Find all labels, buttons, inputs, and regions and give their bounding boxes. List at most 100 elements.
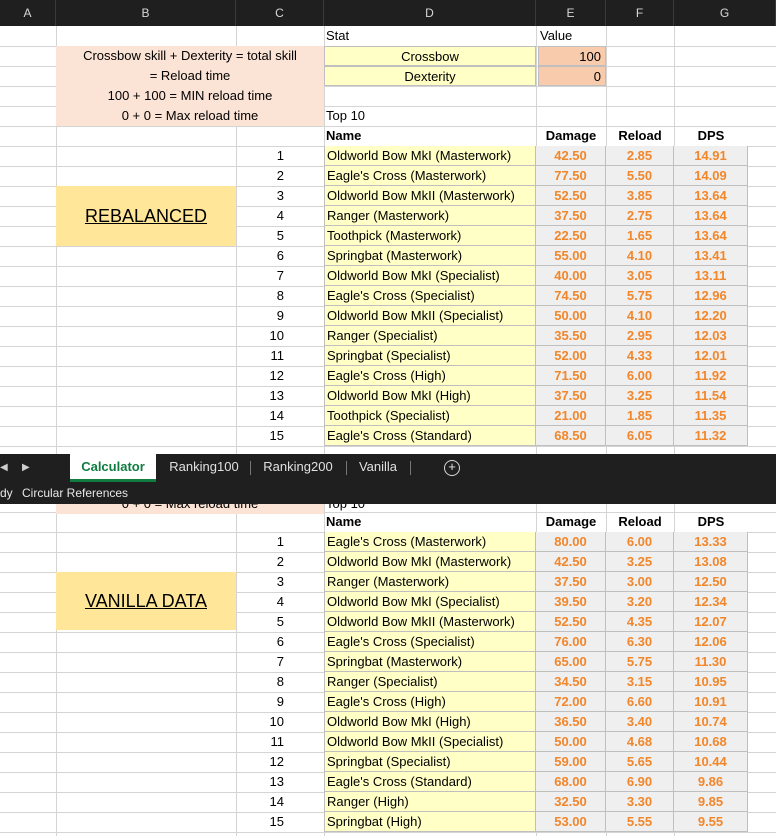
- dps-value-cell[interactable]: 12.20: [674, 306, 748, 326]
- column-header-e[interactable]: E: [536, 0, 606, 26]
- dps-value-cell[interactable]: 13.64: [674, 226, 748, 246]
- dexterity-label-cell[interactable]: Dexterity: [324, 66, 536, 86]
- damage-value-cell[interactable]: 59.00: [536, 752, 606, 772]
- item-name-cell[interactable]: Oldworld Bow MkII (Specialist): [324, 732, 536, 752]
- dps-value-cell[interactable]: 9.86: [674, 772, 748, 792]
- item-name-cell[interactable]: Oldworld Bow MkI (Masterwork): [324, 552, 536, 572]
- rank-number[interactable]: 5: [236, 612, 288, 632]
- reload-value-cell[interactable]: 6.30: [606, 632, 674, 652]
- rank-number[interactable]: 1: [236, 532, 288, 552]
- dps-value-cell[interactable]: 13.11: [674, 266, 748, 286]
- dps-value-cell[interactable]: 13.64: [674, 186, 748, 206]
- damage-value-cell[interactable]: 68.50: [536, 426, 606, 446]
- item-name-cell[interactable]: Eagle's Cross (Masterwork): [324, 532, 536, 552]
- rank-number[interactable]: 15: [236, 426, 288, 446]
- rank-number[interactable]: 13: [236, 772, 288, 792]
- dps-value-cell[interactable]: 10.68: [674, 732, 748, 752]
- damage-value-cell[interactable]: 71.50: [536, 366, 606, 386]
- dexterity-value-input[interactable]: 0: [538, 66, 606, 86]
- reload-value-cell[interactable]: 1.65: [606, 226, 674, 246]
- reload-value-cell[interactable]: 6.00: [606, 532, 674, 552]
- item-name-cell[interactable]: Oldworld Bow MkI (High): [324, 712, 536, 732]
- rank-number[interactable]: 9: [236, 306, 288, 326]
- tab-scroll-right-icon[interactable]: ▶: [22, 454, 30, 482]
- item-name-cell[interactable]: Eagle's Cross (Specialist): [324, 632, 536, 652]
- rank-number[interactable]: 12: [236, 752, 288, 772]
- rank-number[interactable]: 12: [236, 366, 288, 386]
- item-name-cell[interactable]: Oldworld Bow MkI (High): [324, 386, 536, 406]
- damage-value-cell[interactable]: 42.50: [536, 146, 606, 166]
- item-name-cell[interactable]: Ranger (Masterwork): [324, 206, 536, 226]
- column-header-c[interactable]: C: [236, 0, 324, 26]
- rank-number[interactable]: 4: [236, 206, 288, 226]
- reload-value-cell[interactable]: 3.00: [606, 572, 674, 592]
- dps-value-cell[interactable]: 12.01: [674, 346, 748, 366]
- item-name-cell[interactable]: Oldworld Bow MkII (Specialist): [324, 306, 536, 326]
- crossbow-label-cell[interactable]: Crossbow: [324, 46, 536, 66]
- dps-value-cell[interactable]: 12.34: [674, 592, 748, 612]
- tab-vanilla[interactable]: Vanilla: [350, 454, 406, 482]
- rank-number[interactable]: 11: [236, 732, 288, 752]
- dps-value-cell[interactable]: 10.95: [674, 672, 748, 692]
- damage-value-cell[interactable]: 65.00: [536, 652, 606, 672]
- tab-calculator[interactable]: Calculator: [70, 454, 156, 482]
- dps-value-cell[interactable]: 10.44: [674, 752, 748, 772]
- dps-value-cell[interactable]: 11.92: [674, 366, 748, 386]
- dps-value-cell[interactable]: 14.09: [674, 166, 748, 186]
- damage-value-cell[interactable]: 52.00: [536, 346, 606, 366]
- rank-number[interactable]: 7: [236, 652, 288, 672]
- reload-value-cell[interactable]: 3.20: [606, 592, 674, 612]
- reload-value-cell[interactable]: 4.68: [606, 732, 674, 752]
- reload-value-cell[interactable]: 3.40: [606, 712, 674, 732]
- top-sheet-pane[interactable]: Stat Value Crossbow skill + Dexterity = …: [0, 26, 776, 454]
- item-name-cell[interactable]: Eagle's Cross (Masterwork): [324, 166, 536, 186]
- item-name-cell[interactable]: Oldworld Bow MkI (Specialist): [324, 266, 536, 286]
- dps-value-cell[interactable]: 13.08: [674, 552, 748, 572]
- damage-value-cell[interactable]: 55.00: [536, 246, 606, 266]
- column-header-b[interactable]: B: [56, 0, 236, 26]
- rank-number[interactable]: 5: [236, 226, 288, 246]
- reload-value-cell[interactable]: 6.60: [606, 692, 674, 712]
- reload-value-cell[interactable]: 6.05: [606, 426, 674, 446]
- reload-value-cell[interactable]: 5.55: [606, 812, 674, 832]
- rank-number[interactable]: 9: [236, 692, 288, 712]
- item-name-cell[interactable]: Springbat (Masterwork): [324, 246, 536, 266]
- damage-value-cell[interactable]: 52.50: [536, 186, 606, 206]
- damage-value-cell[interactable]: 80.00: [536, 532, 606, 552]
- damage-value-cell[interactable]: 40.00: [536, 266, 606, 286]
- reload-value-cell[interactable]: 5.65: [606, 752, 674, 772]
- dps-value-cell[interactable]: 14.91: [674, 146, 748, 166]
- item-name-cell[interactable]: Springbat (High): [324, 812, 536, 832]
- dps-value-cell[interactable]: 10.74: [674, 712, 748, 732]
- damage-value-cell[interactable]: 39.50: [536, 592, 606, 612]
- damage-value-cell[interactable]: 52.50: [536, 612, 606, 632]
- rank-number[interactable]: 7: [236, 266, 288, 286]
- item-name-cell[interactable]: Eagle's Cross (Standard): [324, 772, 536, 792]
- reload-value-cell[interactable]: 5.50: [606, 166, 674, 186]
- dps-value-cell[interactable]: 11.54: [674, 386, 748, 406]
- dps-value-cell[interactable]: 12.03: [674, 326, 748, 346]
- dps-value-cell[interactable]: 11.35: [674, 406, 748, 426]
- damage-value-cell[interactable]: 35.50: [536, 326, 606, 346]
- dps-value-cell[interactable]: 13.64: [674, 206, 748, 226]
- column-header-g[interactable]: G: [674, 0, 776, 26]
- item-name-cell[interactable]: Springbat (Specialist): [324, 752, 536, 772]
- dps-value-cell[interactable]: 13.33: [674, 532, 748, 552]
- reload-value-cell[interactable]: 2.75: [606, 206, 674, 226]
- item-name-cell[interactable]: Springbat (Specialist): [324, 346, 536, 366]
- dps-value-cell[interactable]: 12.07: [674, 612, 748, 632]
- reload-value-cell[interactable]: 1.85: [606, 406, 674, 426]
- item-name-cell[interactable]: Ranger (Specialist): [324, 326, 536, 346]
- item-name-cell[interactable]: Ranger (High): [324, 792, 536, 812]
- damage-value-cell[interactable]: 74.50: [536, 286, 606, 306]
- item-name-cell[interactable]: Oldworld Bow MkII (Masterwork): [324, 186, 536, 206]
- dps-value-cell[interactable]: 11.30: [674, 652, 748, 672]
- dps-value-cell[interactable]: 12.50: [674, 572, 748, 592]
- reload-value-cell[interactable]: 3.05: [606, 266, 674, 286]
- item-name-cell[interactable]: Springbat (Masterwork): [324, 652, 536, 672]
- damage-value-cell[interactable]: 32.50: [536, 792, 606, 812]
- rank-number[interactable]: 10: [236, 326, 288, 346]
- column-header-f[interactable]: F: [606, 0, 674, 26]
- rank-number[interactable]: 8: [236, 672, 288, 692]
- damage-value-cell[interactable]: 36.50: [536, 712, 606, 732]
